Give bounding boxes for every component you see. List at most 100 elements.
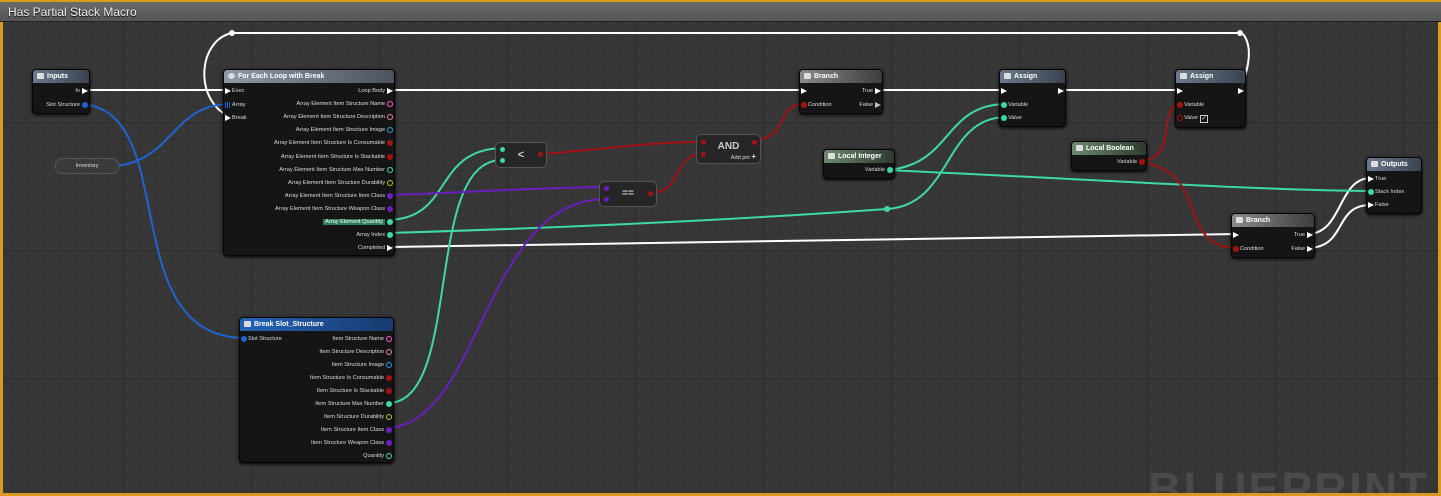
branch2-exec-in[interactable] <box>1232 230 1240 240</box>
wire-breakclass-equal <box>388 198 607 429</box>
branch2-true-out[interactable]: True <box>1294 230 1314 240</box>
break-pin-out-9[interactable]: Quantity <box>363 451 393 461</box>
equal-pin-out[interactable] <box>648 191 653 196</box>
pin-slot-structure-out[interactable]: Slot Structure <box>46 100 89 110</box>
foreach-pin-out-11[interactable]: Array Index <box>356 230 394 240</box>
assign1-exec-in[interactable] <box>1000 86 1008 96</box>
assign-icon <box>1004 73 1011 79</box>
foreach-pin-out-6[interactable]: Array Element Item Structure Max Number <box>279 165 394 175</box>
wire-less-and <box>539 141 704 155</box>
local-integer-node[interactable]: Local Integer Variable <box>823 149 895 179</box>
break-slot-structure-node[interactable]: Break Slot_Structure Slot Structure Item… <box>239 317 394 463</box>
and-pin-out[interactable] <box>752 140 757 145</box>
branch1-exec-in[interactable] <box>800 86 808 96</box>
assign2-exec-out[interactable] <box>1236 86 1245 96</box>
branch1-false-out[interactable]: False <box>859 100 882 110</box>
less-pin-a[interactable] <box>500 147 505 152</box>
local-boolean-node[interactable]: Local Boolean Variable <box>1071 141 1147 171</box>
foreach-pin-out-7[interactable]: Array Element Item Structure Durability <box>288 178 394 188</box>
equal-pin-b[interactable] <box>604 197 609 202</box>
branch-icon <box>804 73 811 79</box>
branch-node-1[interactable]: Branch Condition True False <box>799 69 883 114</box>
pin-array-in[interactable]: Array <box>224 100 245 110</box>
pin-in[interactable]: In <box>75 86 89 96</box>
assign2-exec-in[interactable] <box>1176 86 1184 96</box>
foreach-pin-out-5[interactable]: Array Element Item Structure Is Stackabl… <box>281 152 394 162</box>
tunnel-icon <box>1371 161 1378 167</box>
foreach-title: For Each Loop with Break <box>238 73 325 80</box>
branch1-condition-in[interactable]: Condition <box>800 100 832 110</box>
local-variable-icon <box>828 153 835 159</box>
assign1-variable-in[interactable]: Variable <box>1000 100 1028 110</box>
equal-pin-a[interactable] <box>604 186 609 191</box>
outputs-true-in[interactable]: True <box>1367 174 1386 184</box>
and-pin-b[interactable] <box>701 152 706 157</box>
foreach-loop-node[interactable]: For Each Loop with Break Exec Array Brea… <box>223 69 395 256</box>
foreach-pin-out-0[interactable]: Loop Body <box>358 86 394 96</box>
inputs-node[interactable]: Inputs In Slot Structure <box>32 69 90 114</box>
wire-quantity-less <box>388 147 503 221</box>
foreach-pin-out-1[interactable]: Array Element Item Structure Name <box>296 99 394 109</box>
break-pin-out-4[interactable]: Item Structure Is Stackable <box>317 386 393 396</box>
outputs-stackindex-in[interactable]: Stack Index <box>1367 187 1404 197</box>
wire-slot-break <box>80 103 247 339</box>
break-pin-out-5[interactable]: Item Structure Max Number <box>315 399 393 409</box>
pin-exec-in[interactable]: Exec <box>224 86 244 96</box>
pin-slot-structure-in[interactable]: Slot Structure <box>240 334 282 344</box>
break-struct-icon <box>244 321 251 327</box>
assign-node-2[interactable]: Assign Variable Value ✓ <box>1175 69 1246 128</box>
foreach-pin-out-9[interactable]: Array Element Item Structure Weapon Clas… <box>275 204 394 214</box>
assign1-exec-out[interactable] <box>1056 86 1065 96</box>
foreach-pin-out-12[interactable]: Completed <box>358 243 394 253</box>
foreach-pin-out-8[interactable]: Array Element Item Structure Item Class <box>285 191 394 201</box>
graph-title: Has Partial Stack Macro <box>8 5 137 19</box>
equal-node[interactable]: == <box>599 181 657 207</box>
local-integer-variable-out[interactable]: Variable <box>865 165 894 175</box>
wire-exec-branch2-false <box>1308 204 1372 249</box>
foreach-pin-out-10[interactable]: Array Element Quantity <box>323 217 394 227</box>
loop-icon <box>228 73 235 79</box>
branch2-condition-in[interactable]: Condition <box>1232 244 1264 254</box>
wire-localint-stackindex <box>886 169 1372 192</box>
local-boolean-variable-out[interactable]: Variable <box>1117 157 1146 167</box>
pin-break-in[interactable]: Break <box>224 113 247 123</box>
wire-maxnumber-less <box>388 159 503 404</box>
inventory-variable-node[interactable]: Inventory <box>55 158 119 174</box>
less-pin-b[interactable] <box>500 158 505 163</box>
wire-inventory-array <box>115 103 231 167</box>
break-pin-out-6[interactable]: Item Structure Durability <box>324 412 393 422</box>
branch-node-2[interactable]: Branch Condition True False <box>1231 213 1315 258</box>
break-pin-out-1[interactable]: Item Structure Description <box>319 347 393 357</box>
assign2-variable-in[interactable]: Variable <box>1176 100 1204 110</box>
local-variable-icon <box>1076 145 1083 151</box>
break-pin-out-8[interactable]: Item Structure Weapon Class <box>311 438 393 448</box>
branch1-true-out[interactable]: True <box>862 86 882 96</box>
graph-title-bar: Has Partial Stack Macro <box>0 0 1441 22</box>
break-title: Break Slot_Structure <box>254 321 324 328</box>
assign1-value-in[interactable]: Value <box>1000 113 1022 123</box>
blueprint-graph-canvas[interactable]: BLUEPRINT Inputs In Slot Structure Inven… <box>0 0 1441 496</box>
inputs-title: Inputs <box>47 73 68 80</box>
break-pin-out-0[interactable]: Item Structure Name <box>332 334 393 344</box>
value-checkbox[interactable]: ✓ <box>1199 115 1208 123</box>
tunnel-icon <box>37 73 44 79</box>
branch2-false-out[interactable]: False <box>1291 244 1314 254</box>
less-pin-out[interactable] <box>538 152 543 157</box>
break-pin-out-2[interactable]: Item Structure Image <box>332 360 393 370</box>
wire-exec-completed-branch2 <box>390 233 1238 248</box>
branch-icon <box>1236 217 1243 223</box>
wire-localint-assign-variable <box>886 103 1008 171</box>
less-than-node[interactable]: < <box>495 142 547 168</box>
add-pin-button[interactable]: Add pin + <box>731 152 756 161</box>
outputs-node[interactable]: Outputs True Stack Index False <box>1366 157 1422 214</box>
foreach-pin-out-2[interactable]: Array Element Item Structure Description <box>283 112 394 122</box>
foreach-pin-out-4[interactable]: Array Element Item Structure Is Consumab… <box>274 138 394 148</box>
outputs-false-in[interactable]: False <box>1367 200 1389 210</box>
and-node[interactable]: AND Add pin + <box>696 134 761 164</box>
break-pin-out-7[interactable]: Item Structure Item Class <box>321 425 393 435</box>
break-pin-out-3[interactable]: Item Structure Is Consumable <box>310 373 393 383</box>
foreach-pin-out-3[interactable]: Array Element Item Structure Image <box>296 125 394 135</box>
assign-node-1[interactable]: Assign Variable Value <box>999 69 1066 127</box>
wire-itemclass-equal <box>388 186 607 196</box>
assign2-value-in[interactable]: Value ✓ <box>1176 113 1208 123</box>
